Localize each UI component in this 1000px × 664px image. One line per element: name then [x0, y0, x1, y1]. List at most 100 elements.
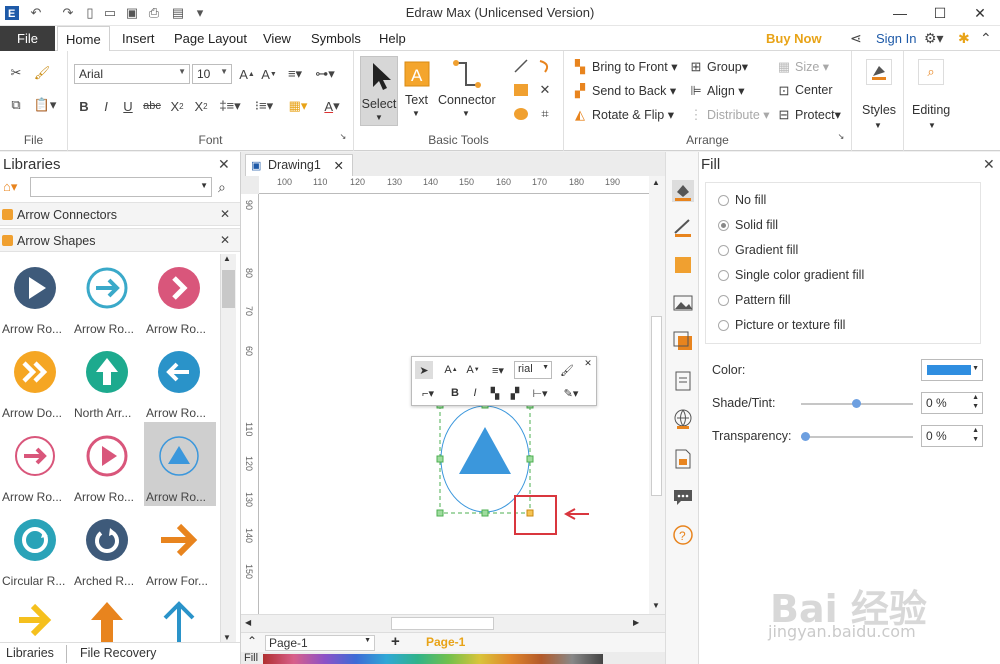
shrink-font-icon[interactable]: A ▼: [464, 361, 482, 379]
spinner-icon[interactable]: ▲ ▼: [972, 393, 979, 411]
scroll-down-icon[interactable]: ▼: [652, 601, 660, 610]
font-size-select[interactable]: 10 ▼: [192, 64, 232, 84]
bold-icon[interactable]: B: [446, 384, 464, 402]
page-properties-icon[interactable]: [672, 370, 694, 392]
resize-handle[interactable]: [436, 509, 444, 517]
comment-icon[interactable]: [672, 486, 694, 508]
scroll-right-icon[interactable]: ▶: [633, 618, 639, 627]
connector-style-icon[interactable]: ⌐▾: [416, 384, 440, 402]
ellipse-tool-icon[interactable]: [512, 105, 530, 123]
styles-icon[interactable]: [866, 59, 892, 85]
transparency-input[interactable]: 0 % ▲ ▼: [921, 425, 983, 447]
format-painter-icon[interactable]: 🖌: [32, 63, 52, 83]
connector-tool-label[interactable]: Connector: [438, 93, 496, 107]
styles-button[interactable]: Styles: [862, 103, 896, 117]
italic-icon[interactable]: I: [98, 96, 114, 116]
library-shape[interactable]: Arrow Ro...: [144, 254, 216, 338]
editing-button[interactable]: Editing: [912, 103, 950, 117]
text-align-icon[interactable]: ≡▾: [282, 64, 308, 84]
distribute-icon[interactable]: ⊢▾: [528, 384, 552, 402]
rectangle-tool-icon[interactable]: [512, 81, 530, 99]
color-palette-bar[interactable]: Fill: [241, 652, 665, 664]
superscript-icon[interactable]: X2: [192, 96, 210, 116]
library-shape[interactable]: North Arr...: [72, 338, 144, 422]
font-name-select[interactable]: Arial ▼: [74, 64, 190, 84]
text-tool-label[interactable]: Text: [405, 93, 428, 107]
strikethrough-icon[interactable]: abc: [142, 96, 162, 116]
bring-to-front-button[interactable]: Bring to Front ▾: [592, 59, 677, 74]
document-tab[interactable]: ▣ Drawing1 ✕: [245, 154, 353, 176]
image-panel-icon[interactable]: [672, 292, 694, 314]
sign-in-link[interactable]: Sign In: [876, 31, 916, 46]
italic-icon[interactable]: I: [466, 384, 484, 402]
library-shape[interactable]: Arrow For...: [144, 506, 216, 590]
close-section-icon[interactable]: ✕: [220, 207, 230, 221]
library-shape[interactable]: Arched R...: [72, 506, 144, 590]
scroll-down-icon[interactable]: ▼: [223, 633, 231, 642]
select-tool-button[interactable]: Select ▼: [360, 56, 398, 126]
resize-handle[interactable]: [481, 509, 489, 517]
buy-now-link[interactable]: Buy Now: [766, 31, 822, 46]
connector-dropdown-icon[interactable]: ▼: [462, 109, 470, 118]
close-document-icon[interactable]: ✕: [334, 158, 344, 173]
scroll-left-icon[interactable]: ◀: [245, 618, 251, 627]
spinner-icon[interactable]: ▲ ▼: [972, 426, 979, 444]
bring-front-icon[interactable]: ▚: [486, 384, 504, 402]
center-button[interactable]: Center: [795, 83, 833, 97]
size-button[interactable]: Size ▾: [795, 59, 829, 74]
canvas-vscroll[interactable]: ▲ ▼: [649, 176, 665, 614]
add-page-icon[interactable]: +: [391, 633, 400, 650]
canvas-vscroll-thumb[interactable]: [651, 316, 662, 496]
editing-dropdown-icon[interactable]: ▼: [928, 121, 936, 130]
page-selector[interactable]: Page-1 ▼: [265, 635, 375, 651]
subscript-icon[interactable]: X2: [168, 96, 186, 116]
text-direction-icon[interactable]: ⊶▾: [312, 64, 338, 84]
library-shape[interactable]: [144, 590, 216, 642]
data-icon[interactable]: [672, 448, 694, 470]
float-font-select[interactable]: rial ▼: [514, 361, 552, 379]
line-panel-icon[interactable]: [672, 216, 694, 238]
arc-tool-icon[interactable]: [536, 57, 554, 75]
library-section-arrow-shapes[interactable]: Arrow Shapes ✕: [0, 228, 240, 252]
line-spacing-icon[interactable]: ‡≡▾: [216, 96, 244, 116]
picture-fill-option[interactable]: Picture or texture fill: [718, 318, 845, 332]
send-to-back-button[interactable]: Send to Back ▾: [592, 83, 676, 98]
tab-page-layout[interactable]: Page Layout: [166, 26, 255, 51]
align-button[interactable]: Align ▾: [707, 83, 745, 98]
crop-tool-icon[interactable]: ⌗: [536, 105, 554, 123]
solid-fill-option[interactable]: Solid fill: [718, 218, 778, 232]
edit-shape-icon[interactable]: ✎▾: [558, 384, 584, 402]
resize-handle[interactable]: [436, 455, 444, 463]
globe-icon[interactable]: [672, 408, 694, 430]
library-shape[interactable]: Arrow Ro...: [72, 422, 144, 506]
library-search-input[interactable]: ▼: [30, 177, 212, 197]
line-tool-icon[interactable]: [512, 57, 530, 75]
paste-icon[interactable]: 📋▾: [32, 95, 58, 115]
copy-icon[interactable]: ⧉: [6, 95, 26, 115]
cross-tool-icon[interactable]: ✕: [536, 81, 554, 99]
bold-icon[interactable]: B: [76, 96, 92, 116]
maximize-icon[interactable]: ☐: [920, 0, 960, 26]
drawing-canvas[interactable]: ➤ A ▲ A ▼ ≡▾ rial ▼ 🖌 ✕ ⌐▾ B I ▚ ▞ ⊢▾ ✎▾: [259, 194, 649, 614]
page-tab[interactable]: Page-1: [426, 635, 465, 649]
fill-panel-icon[interactable]: [672, 180, 694, 202]
library-shape[interactable]: Arrow Do...: [0, 338, 72, 422]
shade-tint-slider[interactable]: [801, 399, 913, 408]
search-icon[interactable]: ⌕: [218, 179, 226, 196]
settings-gear-icon[interactable]: ⚙▾: [924, 30, 944, 47]
pointer-icon[interactable]: ➤: [415, 361, 433, 379]
single-color-gradient-option[interactable]: Single color gradient fill: [718, 268, 864, 282]
scroll-up-icon[interactable]: ▲: [223, 254, 231, 263]
rotate-flip-button[interactable]: Rotate & Flip ▾: [592, 107, 674, 122]
tab-insert[interactable]: Insert: [114, 26, 163, 51]
underline-icon[interactable]: U: [120, 96, 136, 116]
bullets-icon[interactable]: ⁝≡▾: [250, 96, 278, 116]
library-home-icon[interactable]: ⌂▾: [3, 179, 17, 195]
libraries-scrollbar[interactable]: ▲ ▼: [220, 254, 236, 642]
grow-font-icon[interactable]: A ▲: [238, 64, 256, 84]
shrink-font-icon[interactable]: A ▼: [260, 64, 278, 84]
file-menu[interactable]: File: [0, 26, 55, 51]
transparency-knob[interactable]: [801, 432, 810, 441]
help-icon[interactable]: ?: [672, 524, 694, 546]
cut-icon[interactable]: ✂: [6, 63, 26, 83]
